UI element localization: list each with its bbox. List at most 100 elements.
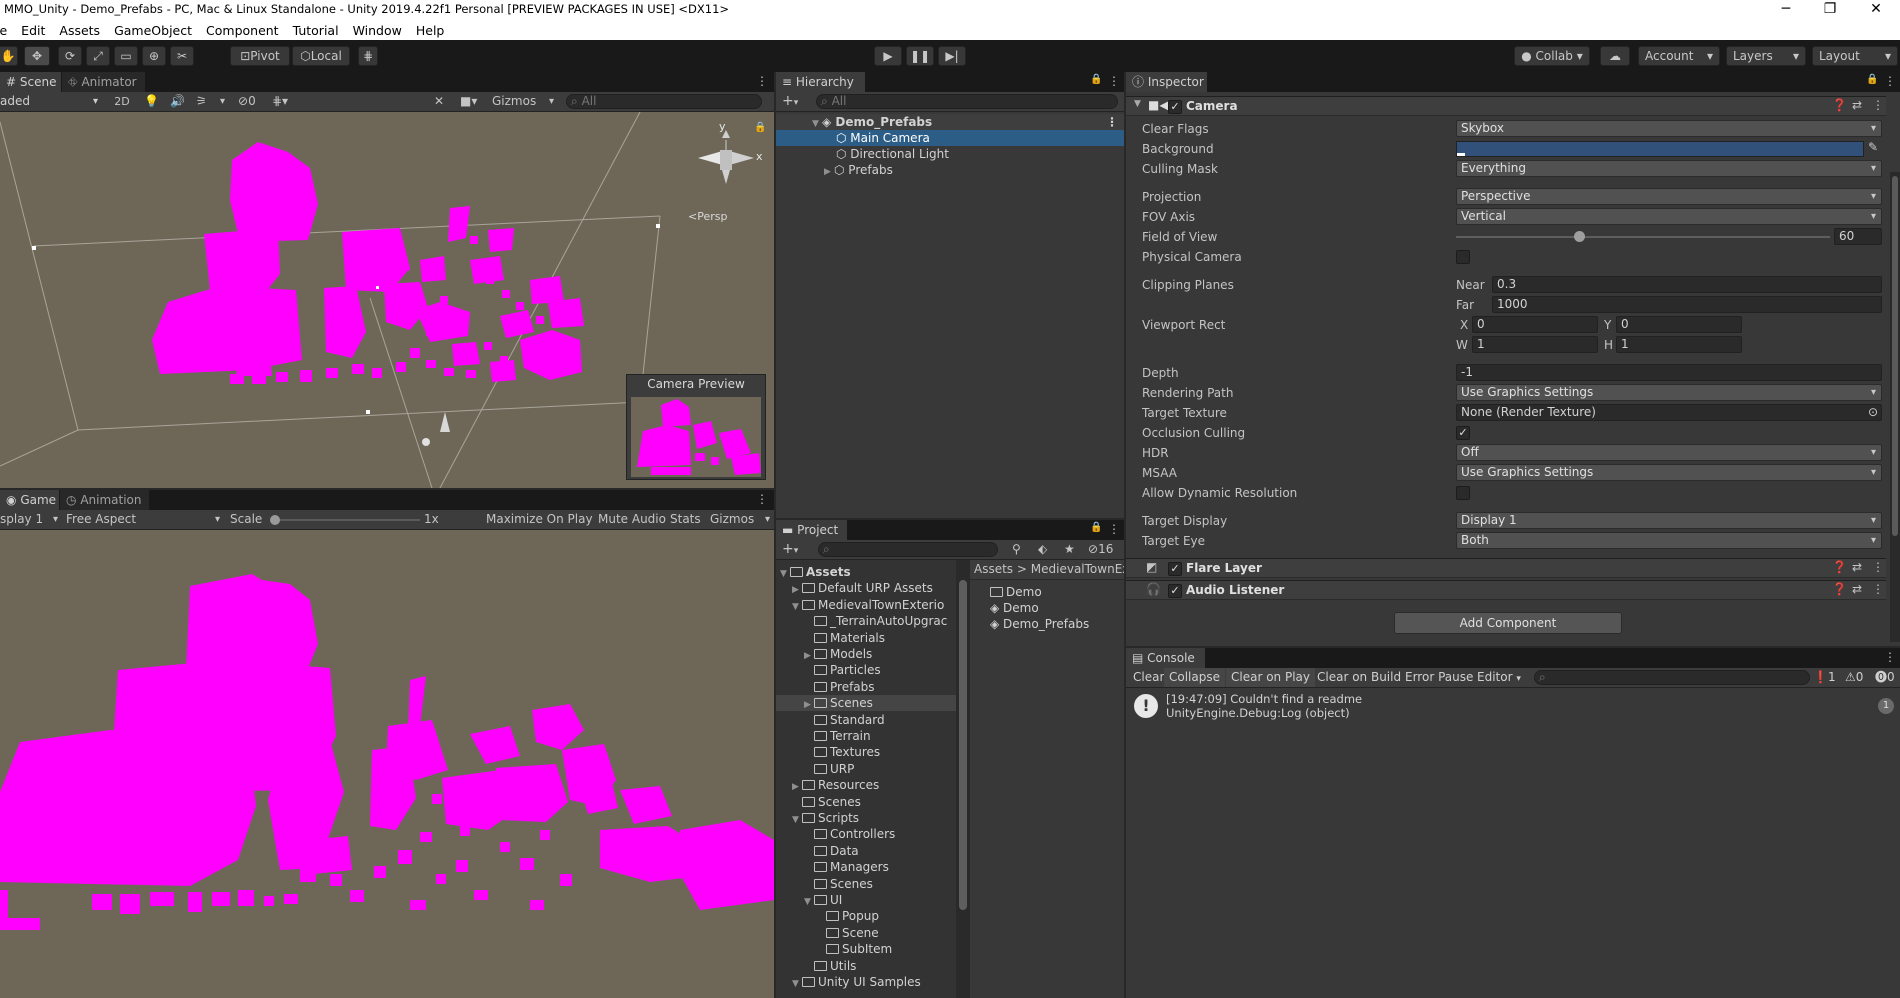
collapse-icon[interactable]: ▶	[792, 582, 802, 596]
scale-slider-thumb[interactable]	[270, 515, 280, 525]
project-folder-scripts[interactable]: ▼ Scripts	[776, 810, 956, 826]
project-folder-textures[interactable]: Textures	[776, 744, 956, 760]
lock-icon[interactable]: 🔒	[754, 122, 766, 133]
project-menu-icon[interactable]: ⋮	[1108, 522, 1120, 536]
layers-dropdown[interactable]: Layers ▾	[1726, 46, 1806, 66]
console-entry[interactable]: ! [19:47:09] Couldn't find a readme Unit…	[1126, 690, 1900, 724]
console-collapse-toggle[interactable]: Collapse	[1164, 668, 1225, 687]
project-folder-particles[interactable]: Particles	[776, 662, 956, 678]
account-dropdown[interactable]: Account ▾	[1638, 46, 1720, 66]
viewport-w-field[interactable]: 1	[1472, 336, 1598, 353]
grid-snap-icon[interactable]: ⋕	[358, 46, 378, 66]
inspector-scrollbar-thumb[interactable]	[1892, 176, 1898, 536]
hdr-dropdown[interactable]: Off	[1456, 444, 1882, 461]
transform-tool-icon[interactable]: ⊕	[142, 46, 166, 66]
breadcrumb-assets[interactable]: Assets	[974, 562, 1013, 576]
menu-edit[interactable]: Edit	[21, 23, 45, 38]
menu-file[interactable]: le	[0, 23, 7, 38]
console-error-filter[interactable]: ⓿0	[1870, 668, 1900, 687]
hierarchy-item-main-camera[interactable]: ⬡ Main Camera	[776, 130, 1124, 146]
foldout-icon[interactable]: ▼	[1134, 99, 1141, 109]
rendering-path-dropdown[interactable]: Use Graphics Settings	[1456, 384, 1882, 401]
console-search-input[interactable]: ⌕	[1534, 670, 1810, 685]
target-texture-field[interactable]: None (Render Texture) ⊙	[1456, 404, 1882, 421]
project-folder-prefabs[interactable]: Prefabs	[776, 679, 956, 695]
collab-dropdown[interactable]: ● Collab ▾	[1514, 46, 1590, 66]
scale-tool-icon[interactable]: ⤢	[86, 46, 110, 66]
eyedropper-icon[interactable]: ✎	[1868, 140, 1878, 154]
flare-layer-header[interactable]: ◩ ✓ Flare Layer ❓ ⇄ ⋮	[1126, 558, 1886, 578]
expand-icon[interactable]: ▼	[792, 812, 802, 826]
menu-tutorial[interactable]: Tutorial	[293, 23, 339, 38]
local-toggle[interactable]: ⬡Local	[292, 46, 350, 66]
project-folder-urp[interactable]: URP	[776, 761, 956, 777]
rotate-tool-icon[interactable]: ⟳	[58, 46, 82, 66]
add-component-button[interactable]: Add Component	[1394, 612, 1622, 634]
tab-project[interactable]: ▬ Project	[776, 520, 848, 540]
project-folder-data[interactable]: Data	[776, 843, 956, 859]
depth-field[interactable]: -1	[1456, 364, 1882, 381]
hierarchy-item-directional-light[interactable]: ⬡ Directional Light	[776, 146, 1124, 162]
console-log-filter[interactable]: ❗1	[1808, 668, 1841, 687]
audio-icon[interactable]: 🔊	[170, 93, 185, 110]
hierarchy-menu-icon[interactable]: ⋮	[1108, 74, 1120, 88]
projection-dropdown[interactable]: Perspective	[1456, 188, 1882, 205]
tab-game[interactable]: ◉ Game	[0, 490, 60, 510]
flare-help-icon[interactable]: ❓	[1832, 560, 1847, 574]
persp-label[interactable]: <Persp	[688, 210, 727, 223]
scene-row-menu-icon[interactable]: ⋮	[1106, 114, 1118, 130]
expand-icon[interactable]: ▼	[792, 976, 802, 990]
asset-item-demo-folder[interactable]: Demo	[970, 584, 1124, 600]
fov-field[interactable]: 60	[1834, 228, 1882, 245]
dynamic-resolution-checkbox[interactable]	[1456, 486, 1470, 500]
scale-slider[interactable]	[270, 515, 420, 525]
scene-viewport[interactable]: y x <Persp 🔒 Camera Preview	[0, 112, 774, 488]
project-folder-terrain[interactable]: Terrain	[776, 728, 956, 744]
collapse-icon[interactable]: ▶	[804, 697, 814, 711]
menu-help[interactable]: Help	[416, 23, 445, 38]
game-menu-icon[interactable]: ⋮	[756, 492, 768, 506]
menu-component[interactable]: Component	[206, 23, 279, 38]
project-folder-materials[interactable]: Materials	[776, 630, 956, 646]
fov-slider-thumb[interactable]	[1574, 231, 1586, 242]
expand-icon[interactable]: ▼	[780, 566, 790, 580]
project-folder-managers[interactable]: Managers	[776, 859, 956, 875]
project-folder-controllers[interactable]: Controllers	[776, 826, 956, 842]
background-color-swatch[interactable]	[1456, 141, 1864, 157]
lighting-icon[interactable]: 💡	[144, 93, 159, 110]
camera-enabled-checkbox[interactable]: ✓	[1168, 100, 1182, 114]
display-dropdown[interactable]: splay 1 ▾	[0, 511, 60, 528]
console-editor-dropdown[interactable]: Editor ▾	[1472, 668, 1526, 687]
audio-preset-icon[interactable]: ⇄	[1852, 582, 1862, 596]
move-tool-icon[interactable]: ✥	[24, 46, 50, 66]
viewport-y-field[interactable]: 0	[1616, 316, 1742, 333]
occlusion-culling-checkbox[interactable]: ✓	[1456, 426, 1470, 440]
camera-component-header[interactable]: ▼ ■◀ ✓ Camera ❓ ⇄ ⋮	[1126, 96, 1886, 116]
pause-button[interactable]: ❚❚	[906, 46, 934, 66]
2d-toggle[interactable]: 2D	[110, 93, 134, 110]
console-error-pause-toggle[interactable]: Error Pause	[1400, 668, 1478, 687]
hierarchy-lock-icon[interactable]: 🔒	[1090, 74, 1102, 85]
project-folder-scenes[interactable]: ▶ Scenes	[776, 695, 956, 712]
tab-hierarchy[interactable]: ≡ Hierarchy	[776, 72, 866, 92]
tab-animator[interactable]: ⛗ Animator	[62, 72, 146, 92]
shading-mode-dropdown[interactable]: aded ▾	[0, 93, 100, 110]
flare-layer-checkbox[interactable]: ✓	[1168, 562, 1182, 576]
viewport-h-field[interactable]: 1	[1616, 336, 1742, 353]
search-by-type-icon[interactable]: ⚲	[1012, 540, 1021, 559]
help-icon[interactable]: ❓	[1832, 98, 1847, 112]
project-tree-scrollbar[interactable]	[956, 560, 970, 998]
asset-item-demo-prefabs-scene[interactable]: ◈ Demo_Prefabs	[970, 616, 1124, 632]
console-clear-on-play-toggle[interactable]: Clear on Play	[1226, 668, 1315, 687]
audio-menu-icon[interactable]: ⋮	[1872, 582, 1884, 596]
physical-camera-checkbox[interactable]	[1456, 250, 1470, 264]
project-tree-scrollbar-thumb[interactable]	[959, 580, 967, 910]
minimize-icon[interactable]: ─	[1768, 0, 1804, 20]
audio-help-icon[interactable]: ❓	[1832, 582, 1847, 596]
project-folder-scenes[interactable]: Scenes	[776, 794, 956, 810]
expand-icon[interactable]: ▼	[792, 599, 802, 613]
project-folder-resources[interactable]: ▶ Resources	[776, 777, 956, 793]
flare-menu-icon[interactable]: ⋮	[1872, 560, 1884, 574]
inspector-menu-icon[interactable]: ⋮	[1884, 74, 1896, 88]
viewport-x-field[interactable]: 0	[1472, 316, 1598, 333]
